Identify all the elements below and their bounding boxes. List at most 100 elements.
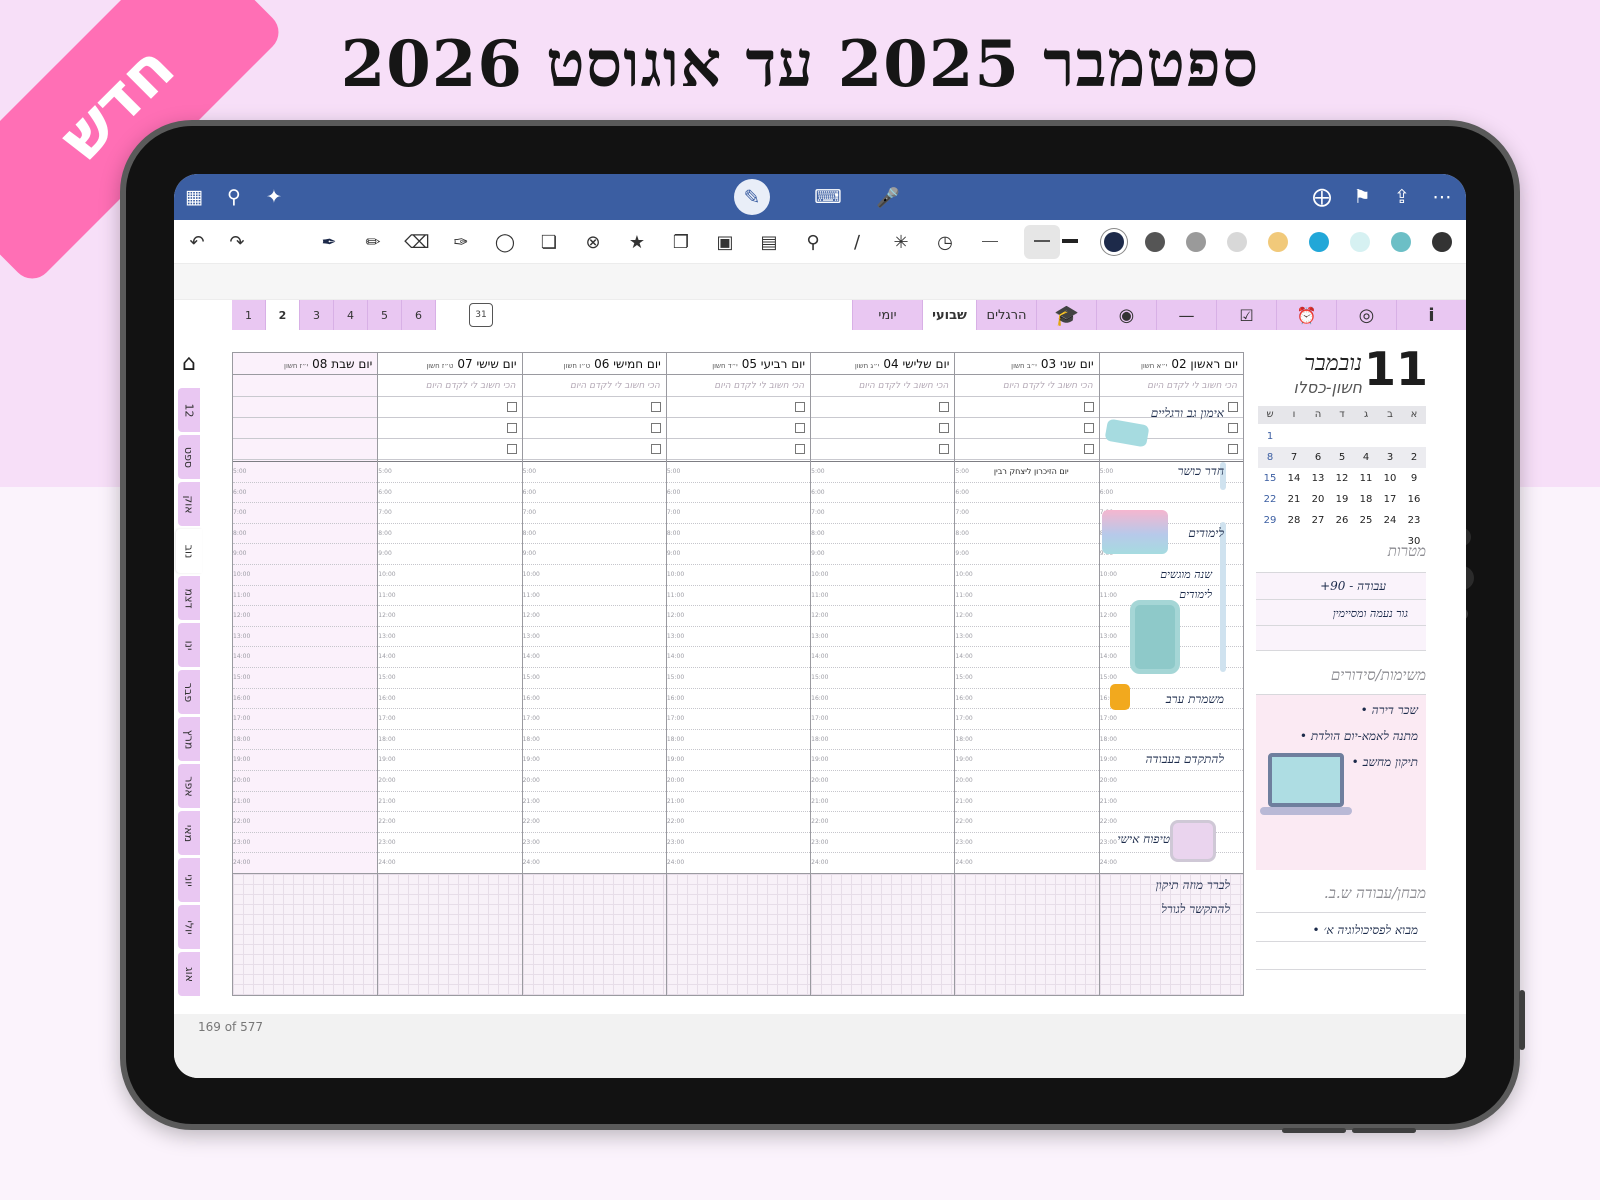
task-checkbox[interactable] [939,444,950,454]
day-column[interactable]: יום ראשון 02י״א חשון הכי חשוב לי לקדם היו… [1098,353,1243,995]
graduation-cap-icon[interactable]: 🎓 [1036,300,1096,330]
microphone-icon[interactable]: 🎤 [874,183,902,211]
hour-slot[interactable]: 8:00 [522,524,666,545]
tab-daily[interactable]: יומי [852,300,922,330]
hour-slot[interactable]: 17:00 [666,709,811,730]
hour-slot[interactable]: 18:00 [955,730,1099,751]
more-icon[interactable]: ⋯ [1428,183,1456,211]
week-tab[interactable]: 5 [368,300,402,330]
task-line[interactable] [378,418,522,439]
hour-slot[interactable]: 5:00 [522,462,666,483]
hour-slot[interactable]: 24:00 [378,853,522,874]
priority-field[interactable]: הכי חשוב לי לקדם היום [522,375,666,397]
hour-slot[interactable]: 9:00 [378,544,522,565]
search-icon[interactable]: ⚲ [220,183,248,211]
color-swatch[interactable] [1268,232,1288,252]
task-line[interactable] [522,397,666,418]
hour-slot[interactable]: 15:00 [378,668,522,689]
calendar-day[interactable]: 24 [1378,510,1402,531]
hour-slot[interactable]: 19:00 [666,750,811,771]
line-thin-option[interactable] [982,241,998,242]
add-page-icon[interactable]: ⨁ [1308,183,1336,211]
task-line[interactable] [233,397,378,418]
hour-slot[interactable]: 16:00 [666,689,811,710]
hour-slot[interactable]: 6:00 [955,483,1099,504]
hour-slot[interactable]: 20:00 [811,771,955,792]
task-line[interactable] [955,439,1099,460]
month-tab[interactable]: אוג [178,952,200,996]
month-tab[interactable]: אפר [178,764,200,808]
notes-grid[interactable] [378,873,522,995]
hour-slot[interactable]: 18:00 [1099,730,1243,751]
hour-slot[interactable]: 22:00 [955,812,1099,833]
task-line[interactable] [955,418,1099,439]
hour-slot[interactable]: 20:00 [378,771,522,792]
task-checkbox[interactable] [795,423,806,433]
ruler-icon[interactable]: ∕ [842,228,872,256]
hour-slot[interactable]: 11:00 [378,586,522,607]
target-icon[interactable]: ◎ [1336,300,1396,330]
hour-slot[interactable]: 20:00 [666,771,811,792]
day-column[interactable]: יום רביעי 05י״ד חשון הכי חשוב לי לקדם היו… [665,353,811,995]
hour-slot[interactable]: 19:00 [233,750,378,771]
hour-slot[interactable]: 23:00 [811,833,955,854]
calendar-day[interactable]: 22 [1258,489,1282,510]
hour-slot[interactable]: 16:00 [378,689,522,710]
hour-slot[interactable]: 8:00 [666,524,811,545]
hour-slot[interactable]: 18:00 [811,730,955,751]
color-swatch[interactable] [1432,232,1452,252]
highlighter-icon[interactable]: ✑ [446,228,476,256]
hour-slot[interactable]: 22:00 [811,812,955,833]
task-line[interactable] [522,439,666,460]
task-checkbox[interactable] [650,402,661,412]
hour-slot[interactable]: 7:00 [378,503,522,524]
task-checkbox[interactable] [1227,402,1238,412]
hour-slot[interactable]: 11:00 [233,586,378,607]
task-checkbox[interactable] [795,402,806,412]
month-tab[interactable]: מאי [178,811,200,855]
calendar-day[interactable]: 25 [1354,510,1378,531]
hour-slot[interactable]: 19:00 [955,750,1099,771]
hour-slot[interactable]: 11:00 [811,586,955,607]
notes-grid[interactable] [666,873,811,995]
week-tab[interactable]: 6 [402,300,436,330]
hour-slot[interactable]: 10:00 [811,565,955,586]
hour-slot[interactable]: 17:00 [811,709,955,730]
hour-slot[interactable]: 17:00 [378,709,522,730]
day-column[interactable]: יום שלישי 04י״ג חשון הכי חשוב לי לקדם היו… [810,353,955,995]
hour-slot[interactable]: 10:00 [233,565,378,586]
hour-slot[interactable]: 13:00 [233,627,378,648]
line-thick-option[interactable] [1062,239,1078,243]
month-tab[interactable]: מרץ [178,717,200,761]
week-tab[interactable]: 1 [232,300,266,330]
calendar-day[interactable]: 10 [1378,468,1402,489]
task-checkbox[interactable] [1083,402,1094,412]
notes-grid[interactable] [811,873,955,995]
color-swatch[interactable] [1145,232,1165,252]
hour-slot[interactable]: 13:00 [522,627,666,648]
hour-slot[interactable]: 7:00 [666,503,811,524]
hour-slot[interactable]: 15:00 [666,668,811,689]
share-icon[interactable]: ⇪ [1388,183,1416,211]
hour-slot[interactable]: 12:00 [233,606,378,627]
hour-slot[interactable]: 23:00 [378,833,522,854]
color-swatch[interactable] [1309,232,1329,252]
shape-icon[interactable]: ◯ [490,228,520,256]
sticker-icon[interactable]: ★ [622,228,652,256]
priority-field[interactable]: הכי חשוב לי לקדם היום [1099,375,1243,397]
hour-slot[interactable]: 9:00 [811,544,955,565]
calendar-day[interactable]: 8 [1258,447,1282,468]
hour-slot[interactable]: 7:00 [955,503,1099,524]
lasso-icon[interactable]: ⊗ [578,228,608,256]
hour-slot[interactable]: 13:00 [811,627,955,648]
task-checkbox[interactable] [939,423,950,433]
month-tab[interactable]: יולי [178,905,200,949]
hour-slot[interactable]: 22:00 [378,812,522,833]
hour-slot[interactable]: 12:00 [522,606,666,627]
hour-slot[interactable]: 18:00 [233,730,378,751]
color-swatch[interactable] [1227,232,1247,252]
hour-slot[interactable]: 24:00 [233,853,378,874]
task-checkbox[interactable] [506,402,517,412]
calendar-day[interactable]: 3 [1378,447,1402,468]
hour-slot[interactable]: 17:00 [233,709,378,730]
